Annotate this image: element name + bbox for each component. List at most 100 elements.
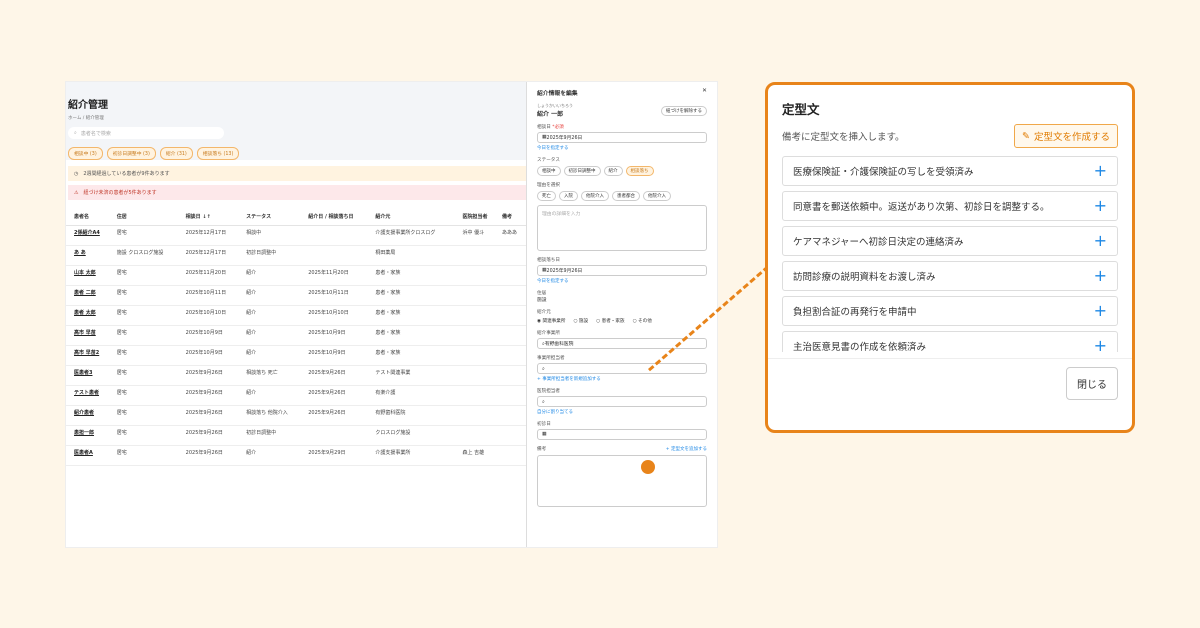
date-label-text: 相談日 [537,125,551,130]
table-cell: テスト患者 [66,385,115,406]
page-title: 紹介管理 [68,100,108,111]
chip-scheduling[interactable]: 初診日調整中 (3) [106,147,156,160]
table-cell [460,365,501,386]
table-row[interactable]: 患者 二郎 居宅 2025年10月11日 紹介 2025年10月11日 患者・家族 [66,285,526,306]
doctor-select[interactable]: ⌕ [537,396,707,407]
chip-dropped[interactable]: 相談落ち (13) [196,147,240,160]
status-option[interactable]: 相談中 [537,166,561,176]
patient-info: しょうかいいちろう 紹介 一郎 [537,103,573,118]
radio-other[interactable]: ○ その他 [633,318,652,324]
warning-alert: ◷ 2週間経過している患者が9件あります [68,166,526,181]
clock-icon: ◷ [74,170,79,177]
add-template-link[interactable]: + 定型文を追加する [666,446,707,452]
table-cell [306,425,374,446]
plus-icon[interactable]: + [1094,268,1107,284]
status-option[interactable]: 紹介 [603,166,623,176]
chip-consulting[interactable]: 相談中 (3) [68,147,103,160]
plus-icon[interactable]: + [1094,198,1107,214]
reason-option[interactable]: 他院介入 [643,191,671,201]
date-field[interactable]: ▦ 2025年9月26日 [537,132,707,143]
close-icon[interactable]: ✕ [702,88,707,97]
staff-select[interactable]: ⌕ [537,363,707,374]
table-cell: 患者・家族 [373,345,461,366]
col-doctor: 医院担当者 [460,208,501,226]
table-row[interactable]: あ あ施設 クロスログ施設 2025年12月17日 初診日調整中 桐田薬局 [66,245,526,266]
template-item[interactable]: 訪問診療の説明資料をお渡し済み + [782,261,1118,291]
table-cell: 紹介 [244,305,307,326]
table-row[interactable]: 患担一郎 居宅 2025年9月26日 初診日調整中 クロスログ施設 [66,425,526,446]
patient-row: しょうかいいちろう 紹介 一郎 紐づけを解除する [537,103,707,118]
table-row[interactable]: 紹介患者 居宅 2025年9月26日 相談落ち 他院介入 2025年9月26日 有野歯科医… [66,405,526,426]
table-row[interactable]: 2係紹介A4 居宅 2025年12月17日 相談中 介護支援事業所クロスログ 浜中 優斗あ… [66,225,526,246]
table-cell: 2025年9月26日 [183,365,245,386]
table-row[interactable]: 山本 太郎 居宅 2025年11月20日 紹介 2025年11月20日 患者・家族 [66,265,526,286]
unlink-button[interactable]: 紐づけを解除する [661,105,707,116]
table-row[interactable]: 医患者A 居宅 2025年9月26日 紹介 2025年9月29日 介護支援事業所 森上 吉雄 [66,445,526,466]
reason-option[interactable]: 入院 [559,191,578,201]
status-option[interactable]: 初診日調整中 [563,166,601,176]
search-icon: ⌕ [74,130,77,136]
plus-icon[interactable]: + [1094,163,1107,179]
table-cell: 2025年11月20日 [183,265,245,286]
table-cell: 2025年10月9日 [183,345,245,366]
plus-icon[interactable]: + [1094,303,1107,319]
radio-family[interactable]: ○ 患者・家族 [596,318,624,324]
table-cell: 居宅 [114,425,184,446]
drop-date-field[interactable]: ▦ 2025年9月26日 [537,265,707,276]
note-textarea[interactable] [537,455,707,507]
radio-facility[interactable]: ○ 施設 [573,318,588,324]
reason-detail-textarea[interactable]: 理由の詳細を入力 [537,205,707,251]
status-options: 相談中 初診日調整中 紹介 相談落ち [537,166,707,176]
status-option-selected[interactable]: 相談落ち [625,166,654,176]
visit-date-field[interactable]: ▦ [537,429,707,440]
table-cell: 山本 太郎 [66,265,115,286]
table-cell: 居宅 [114,285,184,306]
table-row[interactable]: 医患者3 居宅 2025年9月26日 相談落ち 死亡 2025年9月26日 テスト関連事業 [66,365,526,386]
table-row[interactable]: 患者 太郎 居宅 2025年10月10日 紹介 2025年10月10日 患者・家族 [66,305,526,326]
date-label: 相談日 *必須 [537,124,707,130]
table-cell [460,305,501,326]
table-cell: 患者・家族 [373,305,461,326]
table-cell: 施設 クロスログ施設 [114,245,184,266]
reason-option[interactable]: 他院介入 [581,191,609,201]
table-cell [500,405,526,426]
template-item[interactable]: ケアマネジャーへ初診日決定の連絡済み + [782,226,1118,256]
table-cell: 2025年10月11日 [306,285,374,306]
table-cell: 居宅 [114,405,184,426]
template-item[interactable]: 負担割合証の再発行を申請中 + [782,296,1118,326]
plus-icon[interactable]: + [1094,233,1107,249]
table-row[interactable]: テスト患者 居宅 2025年9月26日 紹介 2025年9月26日 有楽介護 [66,385,526,406]
table-row[interactable]: 高市 早苗 居宅 2025年10月9日 紹介 2025年10月9日 患者・家族 [66,325,526,346]
table-cell: 居宅 [114,385,184,406]
col-date[interactable]: 相談日 ↓↑ [183,208,245,226]
template-item[interactable]: 主治医意見書の作成を依頼済み + [782,331,1118,352]
radio-label: 患者・家族 [601,319,625,324]
table-cell: 2025年10月9日 [183,325,245,346]
close-button[interactable]: 閉じる [1066,367,1118,400]
template-item[interactable]: 医療保険証・介護保険証の写しを受領済み + [782,156,1118,186]
table-cell: 2025年10月10日 [183,305,245,326]
search-input[interactable]: ⌕ 患者名で検索 [68,127,224,139]
template-item[interactable]: 同意書を郵送依頼中。返送があり次第、初診日を調整する。 + [782,191,1118,221]
create-template-button[interactable]: ✎ 定型文を作成する [1014,124,1118,148]
today-link[interactable]: 今日を指定する [537,145,707,151]
breadcrumb[interactable]: ホーム / 紹介管理 [68,115,526,121]
template-item-label: ケアマネジャーへ初診日決定の連絡済み [793,237,964,248]
assign-self-link[interactable]: 自分に割り当てる [537,409,707,415]
today-link[interactable]: 今日を指定する [537,278,707,284]
table-row[interactable]: 高市 早苗2 居宅 2025年10月9日 紹介 2025年10月9日 患者・家族 [66,345,526,366]
connector-dot [641,460,655,474]
reason-option[interactable]: 患者都合 [612,191,640,201]
radio-related-office[interactable]: ◉ 関連事業所 [537,318,565,324]
plus-icon[interactable]: + [1094,338,1107,353]
add-staff-link[interactable]: + 事業所担当者を新規追加する [537,376,707,382]
table-cell: 紹介患者 [66,405,115,426]
table-cell: 患者 二郎 [66,285,115,306]
table-cell [460,385,501,406]
table-cell: 相談落ち 死亡 [244,365,307,386]
template-list: 医療保険証・介護保険証の写しを受領済み + 同意書を郵送依頼中。返送があり次第、初診… [782,156,1118,352]
chip-referred[interactable]: 紹介 (31) [159,147,193,160]
table-cell: 2025年9月29日 [306,445,374,466]
reason-option[interactable]: 死亡 [537,191,556,201]
table-cell [306,225,374,246]
